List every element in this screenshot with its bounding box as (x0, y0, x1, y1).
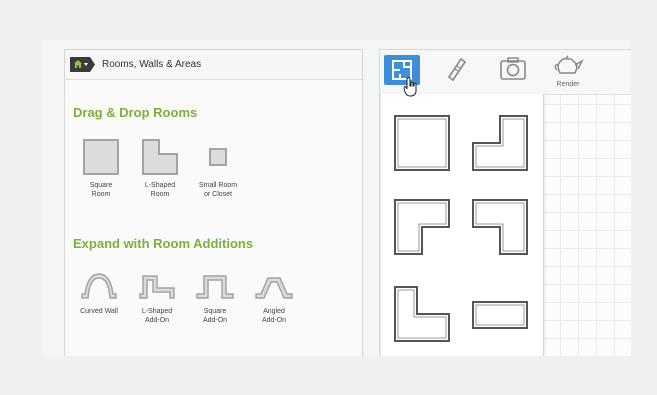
rectangle-room-shape[interactable] (470, 299, 530, 331)
rooms-walls-areas-panel: Rooms, Walls & Areas Drag & Drop Rooms S… (64, 49, 363, 356)
curved-wall-item[interactable]: Curved Wall (71, 272, 127, 316)
item-label-line1: Square (203, 308, 227, 315)
l-shape-tall-shape[interactable] (392, 284, 452, 344)
app-frame: Rooms, Walls & Areas Drag & Drop Rooms S… (41, 40, 631, 356)
item-label-line1: L-Shaped (141, 308, 173, 315)
l-shaped-addon-icon (139, 275, 175, 299)
design-canvas-panel: Render (379, 49, 631, 356)
room-shapes-dropdown (381, 94, 544, 356)
item-label-line1: L-Shaped (144, 182, 176, 189)
l-shape-flipped-shape[interactable] (392, 197, 452, 257)
render-label: Render (556, 81, 580, 88)
item-label-line1: Small Room (198, 182, 238, 189)
square-room-icon (83, 139, 119, 175)
tool-render[interactable]: Render (548, 53, 588, 89)
item-label-line1: Curved Wall (80, 308, 118, 315)
angled-addon-item[interactable]: Angled Add-On (246, 272, 302, 325)
panel-header: Rooms, Walls & Areas (65, 50, 362, 80)
item-label-line2: Room (91, 191, 111, 198)
square-addon-icon (196, 275, 234, 299)
section-heading-drag-drop: Drag & Drop Rooms (73, 105, 198, 120)
teapot-icon (554, 55, 584, 74)
item-label-line2: or Closet (203, 191, 232, 198)
camera-icon (500, 57, 526, 80)
small-room-item[interactable]: Small Room or Closet (190, 138, 246, 199)
item-label-line1: Square (89, 182, 113, 189)
item-label-line2: Add-On (261, 317, 287, 324)
hand-cursor-icon (403, 77, 417, 97)
l-shaped-room-item[interactable]: L-Shaped Room (132, 138, 188, 199)
small-room-icon (209, 148, 227, 166)
panel-title: Rooms, Walls & Areas (102, 59, 202, 70)
section-heading-room-additions: Expand with Room Additions (73, 236, 254, 251)
item-label-line2: Add-On (202, 317, 228, 324)
l-shaped-addon-item[interactable]: L-Shaped Add-On (129, 272, 185, 325)
item-label-line2: Room (150, 191, 170, 198)
angled-addon-icon (255, 277, 293, 299)
square-addon-item[interactable]: Square Add-On (187, 272, 243, 325)
l-shape-inverted-shape[interactable] (470, 197, 530, 257)
curved-wall-icon (81, 273, 117, 299)
item-label-line2: Add-On (144, 317, 170, 324)
square-room-item[interactable]: Square Room (73, 138, 129, 199)
l-shaped-room-icon (142, 139, 178, 175)
tool-camera[interactable] (493, 55, 533, 91)
l-shape-room-shape[interactable] (470, 113, 530, 173)
ruler-icon (447, 57, 467, 82)
square-room-shape[interactable] (392, 113, 452, 173)
tool-ruler[interactable] (435, 55, 475, 91)
home-dropdown-icon[interactable] (70, 57, 95, 72)
item-label-line1: Angled (263, 308, 285, 315)
